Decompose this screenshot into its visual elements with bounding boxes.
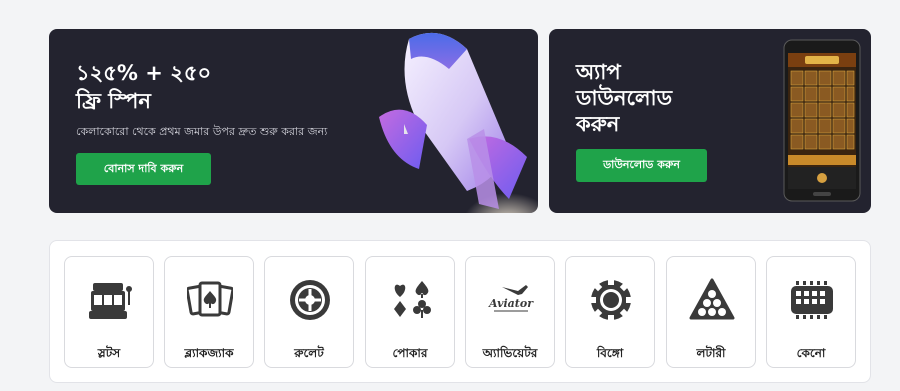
game-label: রুলেট [294, 346, 324, 360]
keno-board-icon [791, 281, 833, 319]
game-tile-aviator[interactable]: Aviator অ্যাভিয়েটর [465, 256, 555, 368]
roulette-wheel-icon [290, 280, 330, 320]
game-tile-keno[interactable]: কেনো [766, 256, 856, 368]
game-label: কেনো [796, 346, 826, 360]
app-title: অ্যাপ ডাউনলোড করুন [576, 60, 673, 136]
game-tile-roulette[interactable]: রুলেট [264, 256, 354, 368]
game-categories: স্লটস ব্ল্যাকজ্যাক রুলেট পোকার Aviator অ… [49, 240, 871, 383]
card-suits-icon [394, 281, 431, 318]
game-tile-blackjack[interactable]: ব্ল্যাকজ্যাক [164, 256, 254, 368]
download-button[interactable]: ডাউনলোড করুন [576, 149, 707, 182]
game-tile-lottery[interactable]: লটারী [666, 256, 756, 368]
game-tile-bingo[interactable]: বিঙ্গো [565, 256, 655, 368]
rocket-illustration [379, 32, 538, 213]
game-label: লটারী [696, 346, 726, 360]
game-tile-slots[interactable]: স্লটস [64, 256, 154, 368]
playing-cards-icon [187, 281, 233, 317]
lottery-balls-icon [689, 278, 735, 320]
app-download-banner[interactable]: অ্যাপ ডাউনলোড করুন ডাউনলোড করুন [549, 29, 871, 213]
game-label: অ্যাভিয়েটর [482, 346, 538, 360]
game-tile-poker[interactable]: পোকার [365, 256, 455, 368]
phone-screenshot [783, 39, 861, 202]
game-label: ব্ল্যাকজ্যাক [184, 346, 234, 360]
promo-banner[interactable]: ১২৫% + ২৫০ ফ্রি স্পিন কেলাকোরো থেকে প্রথ… [49, 29, 538, 213]
promo-title: ১২৫% + ২৫০ ফ্রি স্পিন [76, 61, 212, 113]
claim-bonus-button[interactable]: বোনাস দাবি করুন [76, 153, 211, 185]
game-label: স্লটস [97, 346, 121, 360]
slot-machine-icon [89, 283, 132, 319]
promo-subtitle: কেলাকোরো থেকে প্রথম জমার উপর দ্রুত শুরু … [76, 125, 328, 138]
game-label: বিঙ্গো [596, 346, 624, 360]
bingo-chip-icon [590, 279, 632, 321]
aviator-plane-icon: Aviator [488, 285, 534, 312]
svg-text:Aviator: Aviator [488, 297, 534, 310]
game-label: পোকার [392, 346, 428, 360]
